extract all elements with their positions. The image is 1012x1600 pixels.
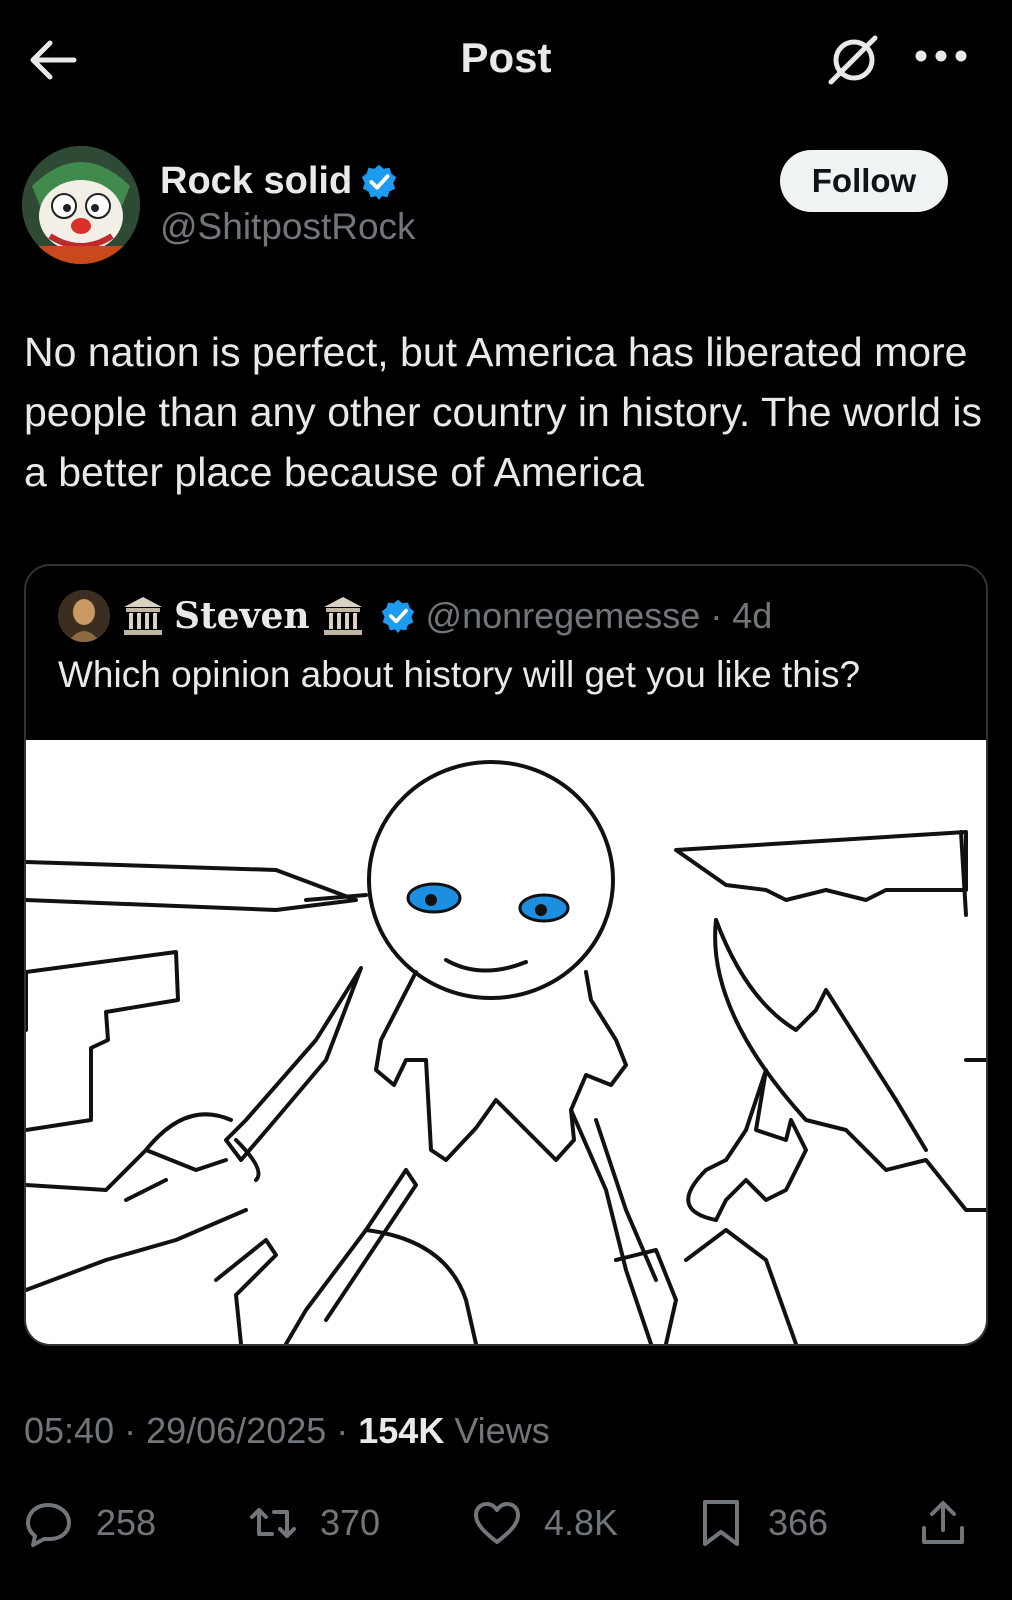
stabbed-stick-figure-drawing bbox=[26, 760, 986, 1344]
quoted-author-name: Steven bbox=[174, 595, 310, 637]
bookmark-count: 366 bbox=[768, 1502, 829, 1543]
heart-icon bbox=[474, 1502, 520, 1544]
verified-badge-icon bbox=[362, 164, 397, 200]
quoted-handle-time: @nonregemesse · 4d bbox=[425, 595, 773, 636]
repost-count: 370 bbox=[320, 1502, 381, 1543]
post-meta: 05:40 · 29/06/2025 · 154K Views bbox=[24, 1410, 550, 1452]
follow-button[interactable]: Follow bbox=[780, 150, 948, 212]
like-count: 4.8K bbox=[544, 1502, 619, 1543]
avatar[interactable] bbox=[22, 146, 140, 264]
author-name-row: Rock solid bbox=[160, 160, 398, 203]
repost-icon bbox=[250, 1508, 296, 1538]
quoted-avatar bbox=[58, 590, 110, 642]
author-row: Rock solid @ShitpostRock Follow bbox=[22, 146, 990, 266]
like-button[interactable]: 4.8K bbox=[472, 1488, 618, 1558]
verified-badge-icon bbox=[381, 599, 414, 634]
author-handle[interactable]: @ShitpostRock bbox=[160, 206, 416, 248]
tweet-text: No nation is perfect, but America has li… bbox=[24, 329, 982, 495]
quoted-image[interactable] bbox=[26, 740, 986, 1344]
quoted-text: Which opinion about history will get you… bbox=[58, 654, 861, 695]
bookmark-icon bbox=[703, 1500, 739, 1546]
views-label: Views bbox=[444, 1410, 550, 1451]
share-icon bbox=[922, 1501, 964, 1544]
author-name[interactable]: Rock solid bbox=[160, 160, 352, 203]
reply-count: 258 bbox=[96, 1502, 157, 1543]
repost-button[interactable]: 370 bbox=[248, 1488, 380, 1558]
reply-icon bbox=[26, 1503, 71, 1547]
action-bar: 258 370 4.8K 366 bbox=[0, 1488, 1012, 1558]
more-dots-icon[interactable] bbox=[912, 36, 970, 76]
views-count: 154K bbox=[358, 1410, 445, 1451]
quoted-post[interactable]: Steven @nonregemesse · 4d Which opinion … bbox=[24, 564, 988, 1346]
post-timestamp[interactable]: 05:40 · 29/06/2025 · bbox=[24, 1410, 358, 1451]
classical-building-icon bbox=[323, 597, 362, 635]
grok-icon[interactable] bbox=[825, 30, 883, 88]
share-button[interactable] bbox=[918, 1488, 968, 1558]
reply-button[interactable]: 258 bbox=[24, 1488, 156, 1558]
quoted-post-header: Steven @nonregemesse · 4d bbox=[58, 588, 772, 644]
classical-building-icon bbox=[124, 597, 162, 635]
bookmark-button[interactable]: 366 bbox=[696, 1488, 828, 1558]
top-bar: Post bbox=[0, 0, 1012, 118]
